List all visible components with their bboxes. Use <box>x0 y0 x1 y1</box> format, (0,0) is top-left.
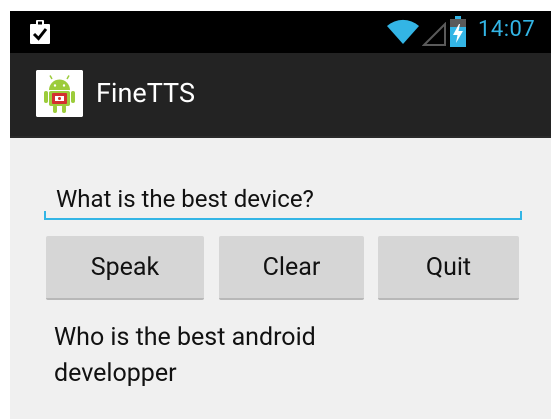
android-app-icon[interactable] <box>36 70 83 117</box>
phone-screen: 14:07 FineTTS Speak Clear Quit Who i <box>10 11 551 419</box>
speak-button[interactable]: Speak <box>46 236 204 300</box>
output-text: Who is the best android developper <box>54 323 316 388</box>
main-content: Speak Clear Quit Who is the best android… <box>10 138 551 419</box>
input-underline <box>44 218 522 220</box>
status-clock: 14:07 <box>478 17 536 42</box>
signal-icon <box>422 22 446 46</box>
action-bar: FineTTS <box>10 53 551 138</box>
app-title: FineTTS <box>96 77 195 109</box>
status-bar: 14:07 <box>10 11 551 53</box>
quit-button[interactable]: Quit <box>378 236 519 300</box>
input-underline-right-tick <box>520 211 522 219</box>
clipboard-check-icon <box>30 20 50 44</box>
battery-charging-icon <box>450 16 466 47</box>
wifi-icon <box>387 19 419 44</box>
clear-button[interactable]: Clear <box>219 236 364 300</box>
text-to-speak-input[interactable] <box>46 181 536 217</box>
